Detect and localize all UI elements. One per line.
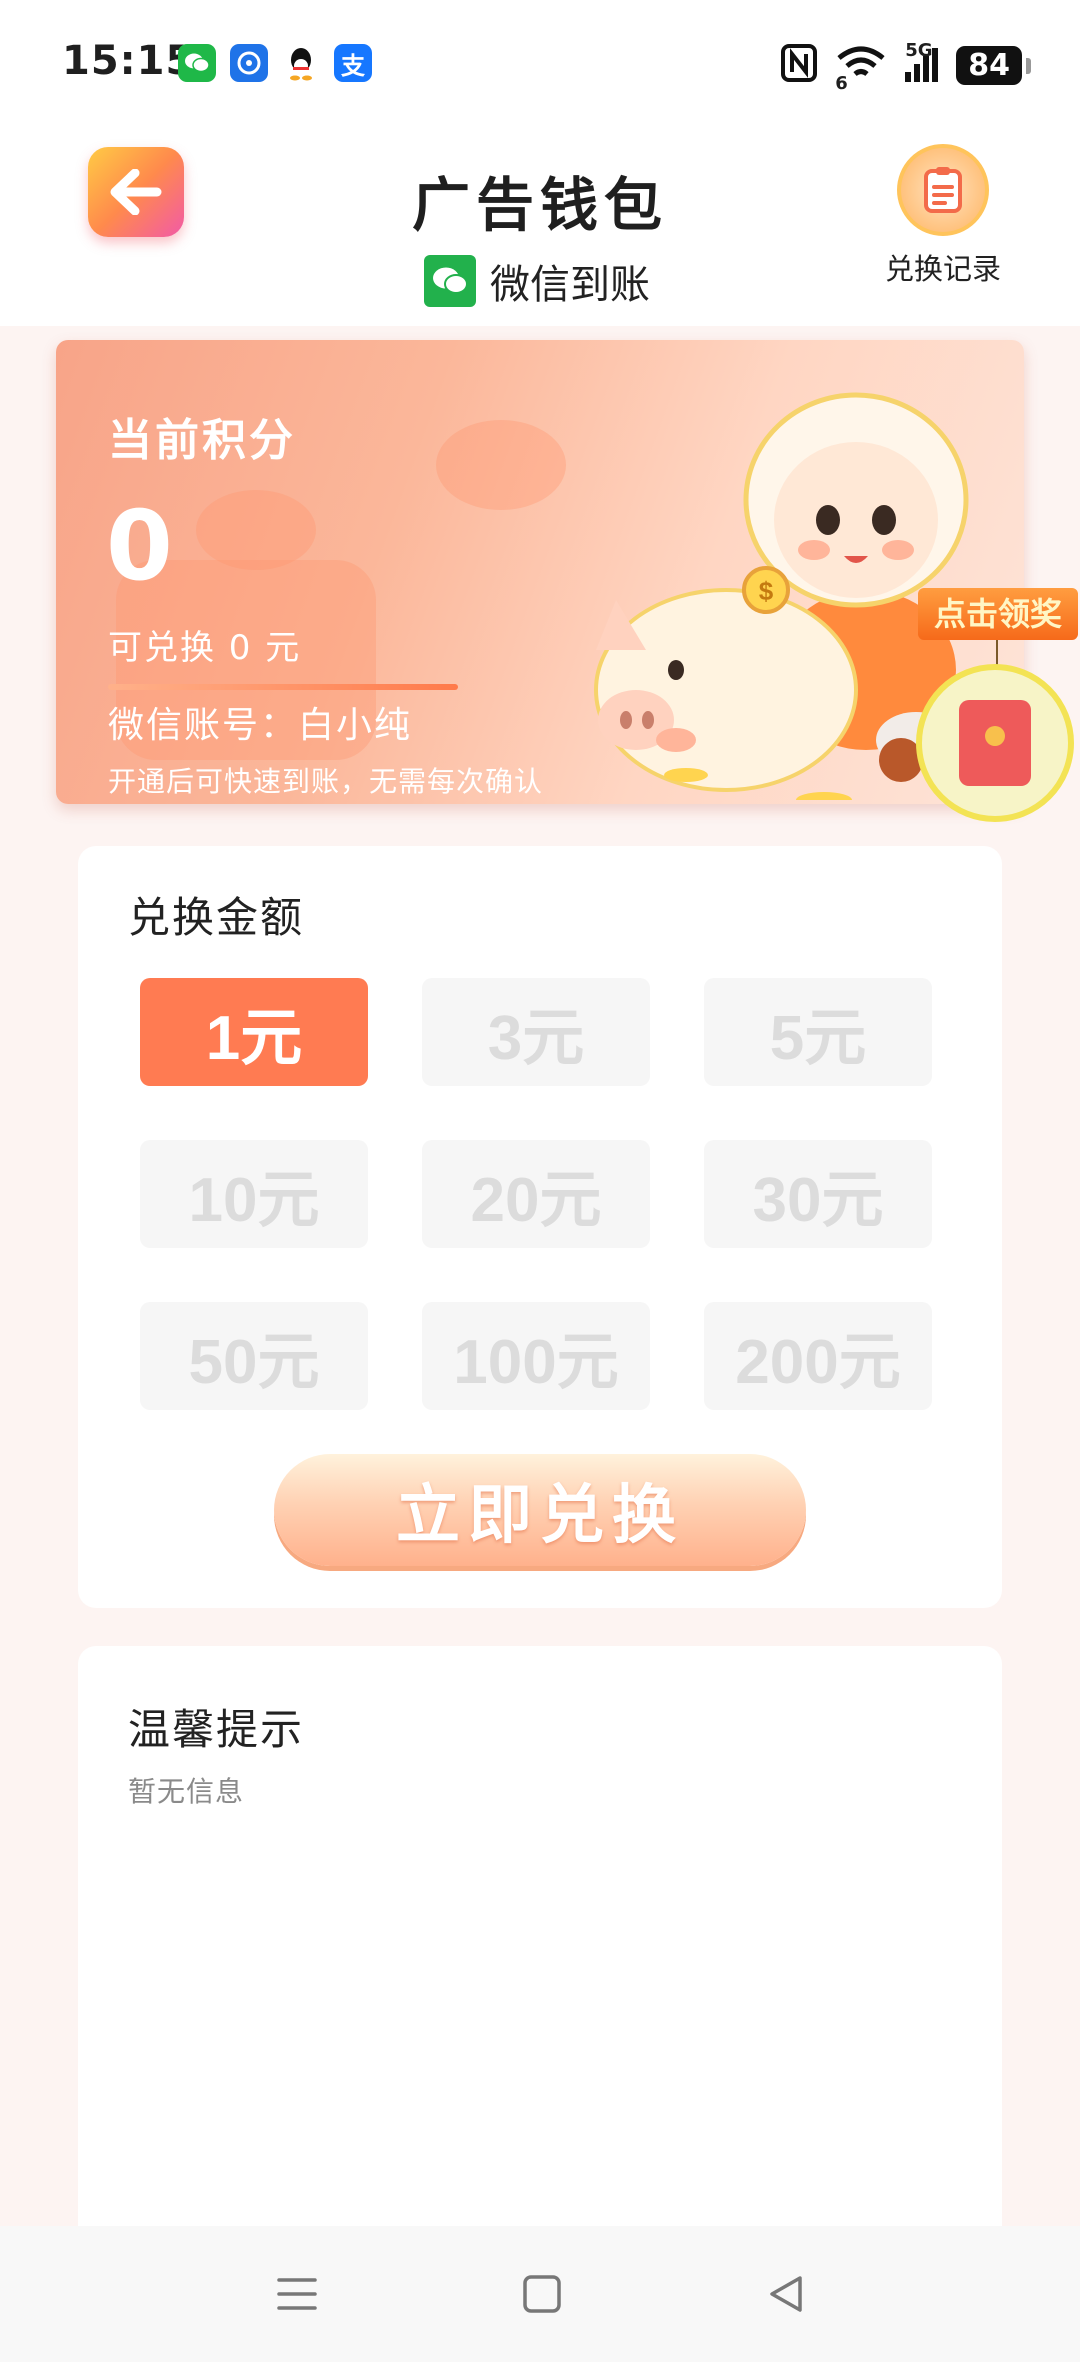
wifi-icon: 6 xyxy=(835,44,887,94)
redeemable-amount: 可兑换 0 元 xyxy=(108,628,302,668)
status-time: 15:15 xyxy=(62,38,195,84)
menu-icon xyxy=(277,2278,317,2310)
notification-icons: 支 xyxy=(178,44,372,82)
wechat-icon xyxy=(178,44,216,82)
claim-reward-tag[interactable]: 点击领奖 xyxy=(918,588,1078,640)
amount-option[interactable]: 5元 xyxy=(704,978,932,1086)
points-card: $ 当前积分 0 可兑换 0 元 微信账号：白小纯 开通后可快速到账，无需每次确… xyxy=(56,340,1024,804)
redeemable-underline xyxy=(108,684,458,690)
decorative-coin xyxy=(436,420,566,510)
back-triangle-icon xyxy=(770,2276,802,2312)
system-nav-bar xyxy=(0,2226,1080,2362)
alipay-icon: 支 xyxy=(334,44,372,82)
tips-text: 暂无信息 xyxy=(128,1775,245,1808)
home-nav-button[interactable] xyxy=(512,2266,572,2322)
menu-nav-button[interactable] xyxy=(267,2266,327,2322)
nfc-icon xyxy=(781,44,818,86)
home-square-icon xyxy=(523,2275,561,2313)
tips-title: 温馨提示 xyxy=(128,1705,305,1754)
status-bar: 15:15 支 6 5G 84 xyxy=(0,0,1080,130)
points-value: 0 xyxy=(106,490,173,602)
wechat-account: 微信账号：白小纯 xyxy=(108,705,413,746)
exchange-amount-card: 兑换金额 1元 3元 5元 10元 20元 30元 50元 100元 200元 … xyxy=(78,846,1002,1608)
claim-reward-widget[interactable]: 点击领奖 xyxy=(916,588,1080,828)
system-icons: 6 5G 84 xyxy=(781,40,1031,94)
points-label: 当前积分 xyxy=(108,415,296,466)
fast-payout-tip: 开通后可快速到账，无需每次确认 xyxy=(108,765,544,798)
amount-option[interactable]: 20元 xyxy=(422,1140,650,1248)
wechat-logo-icon xyxy=(424,255,476,307)
pinwheel-app-icon xyxy=(230,44,268,82)
exchange-amount-title: 兑换金额 xyxy=(128,893,305,942)
network-type-label: 5G xyxy=(905,40,933,61)
qq-icon xyxy=(282,44,320,82)
amount-option[interactable]: 3元 xyxy=(422,978,650,1086)
exchange-record-button[interactable]: 兑换记录 xyxy=(878,144,1008,288)
red-envelope-icon xyxy=(959,700,1031,786)
tips-card: 温馨提示 暂无信息 xyxy=(78,1646,1002,2242)
cellular-signal-icon: 5G xyxy=(905,40,939,82)
battery-indicator: 84 xyxy=(956,45,1031,85)
amount-option[interactable]: 100元 xyxy=(422,1302,650,1410)
amount-option[interactable]: 1元 xyxy=(140,978,368,1086)
red-envelope-button[interactable] xyxy=(916,664,1074,822)
wifi-sub-label: 6 xyxy=(835,73,848,94)
amount-option[interactable]: 200元 xyxy=(704,1302,932,1410)
svg-text:$: $ xyxy=(759,576,774,606)
record-list-icon xyxy=(897,144,989,236)
amount-option[interactable]: 30元 xyxy=(704,1140,932,1248)
back-nav-button[interactable] xyxy=(756,2266,816,2322)
wechat-payout-label: 微信到账 xyxy=(424,252,650,310)
decorative-coin xyxy=(196,490,316,570)
exchange-record-label: 兑换记录 xyxy=(884,252,1001,286)
redeem-now-button[interactable]: 立即兑换 xyxy=(274,1454,806,1566)
amount-option[interactable]: 10元 xyxy=(140,1140,368,1248)
header: 广告钱包 微信到账 兑换记录 xyxy=(0,130,1080,326)
wechat-payout-text: 微信到账 xyxy=(490,262,650,308)
amount-option[interactable]: 50元 xyxy=(140,1302,368,1410)
